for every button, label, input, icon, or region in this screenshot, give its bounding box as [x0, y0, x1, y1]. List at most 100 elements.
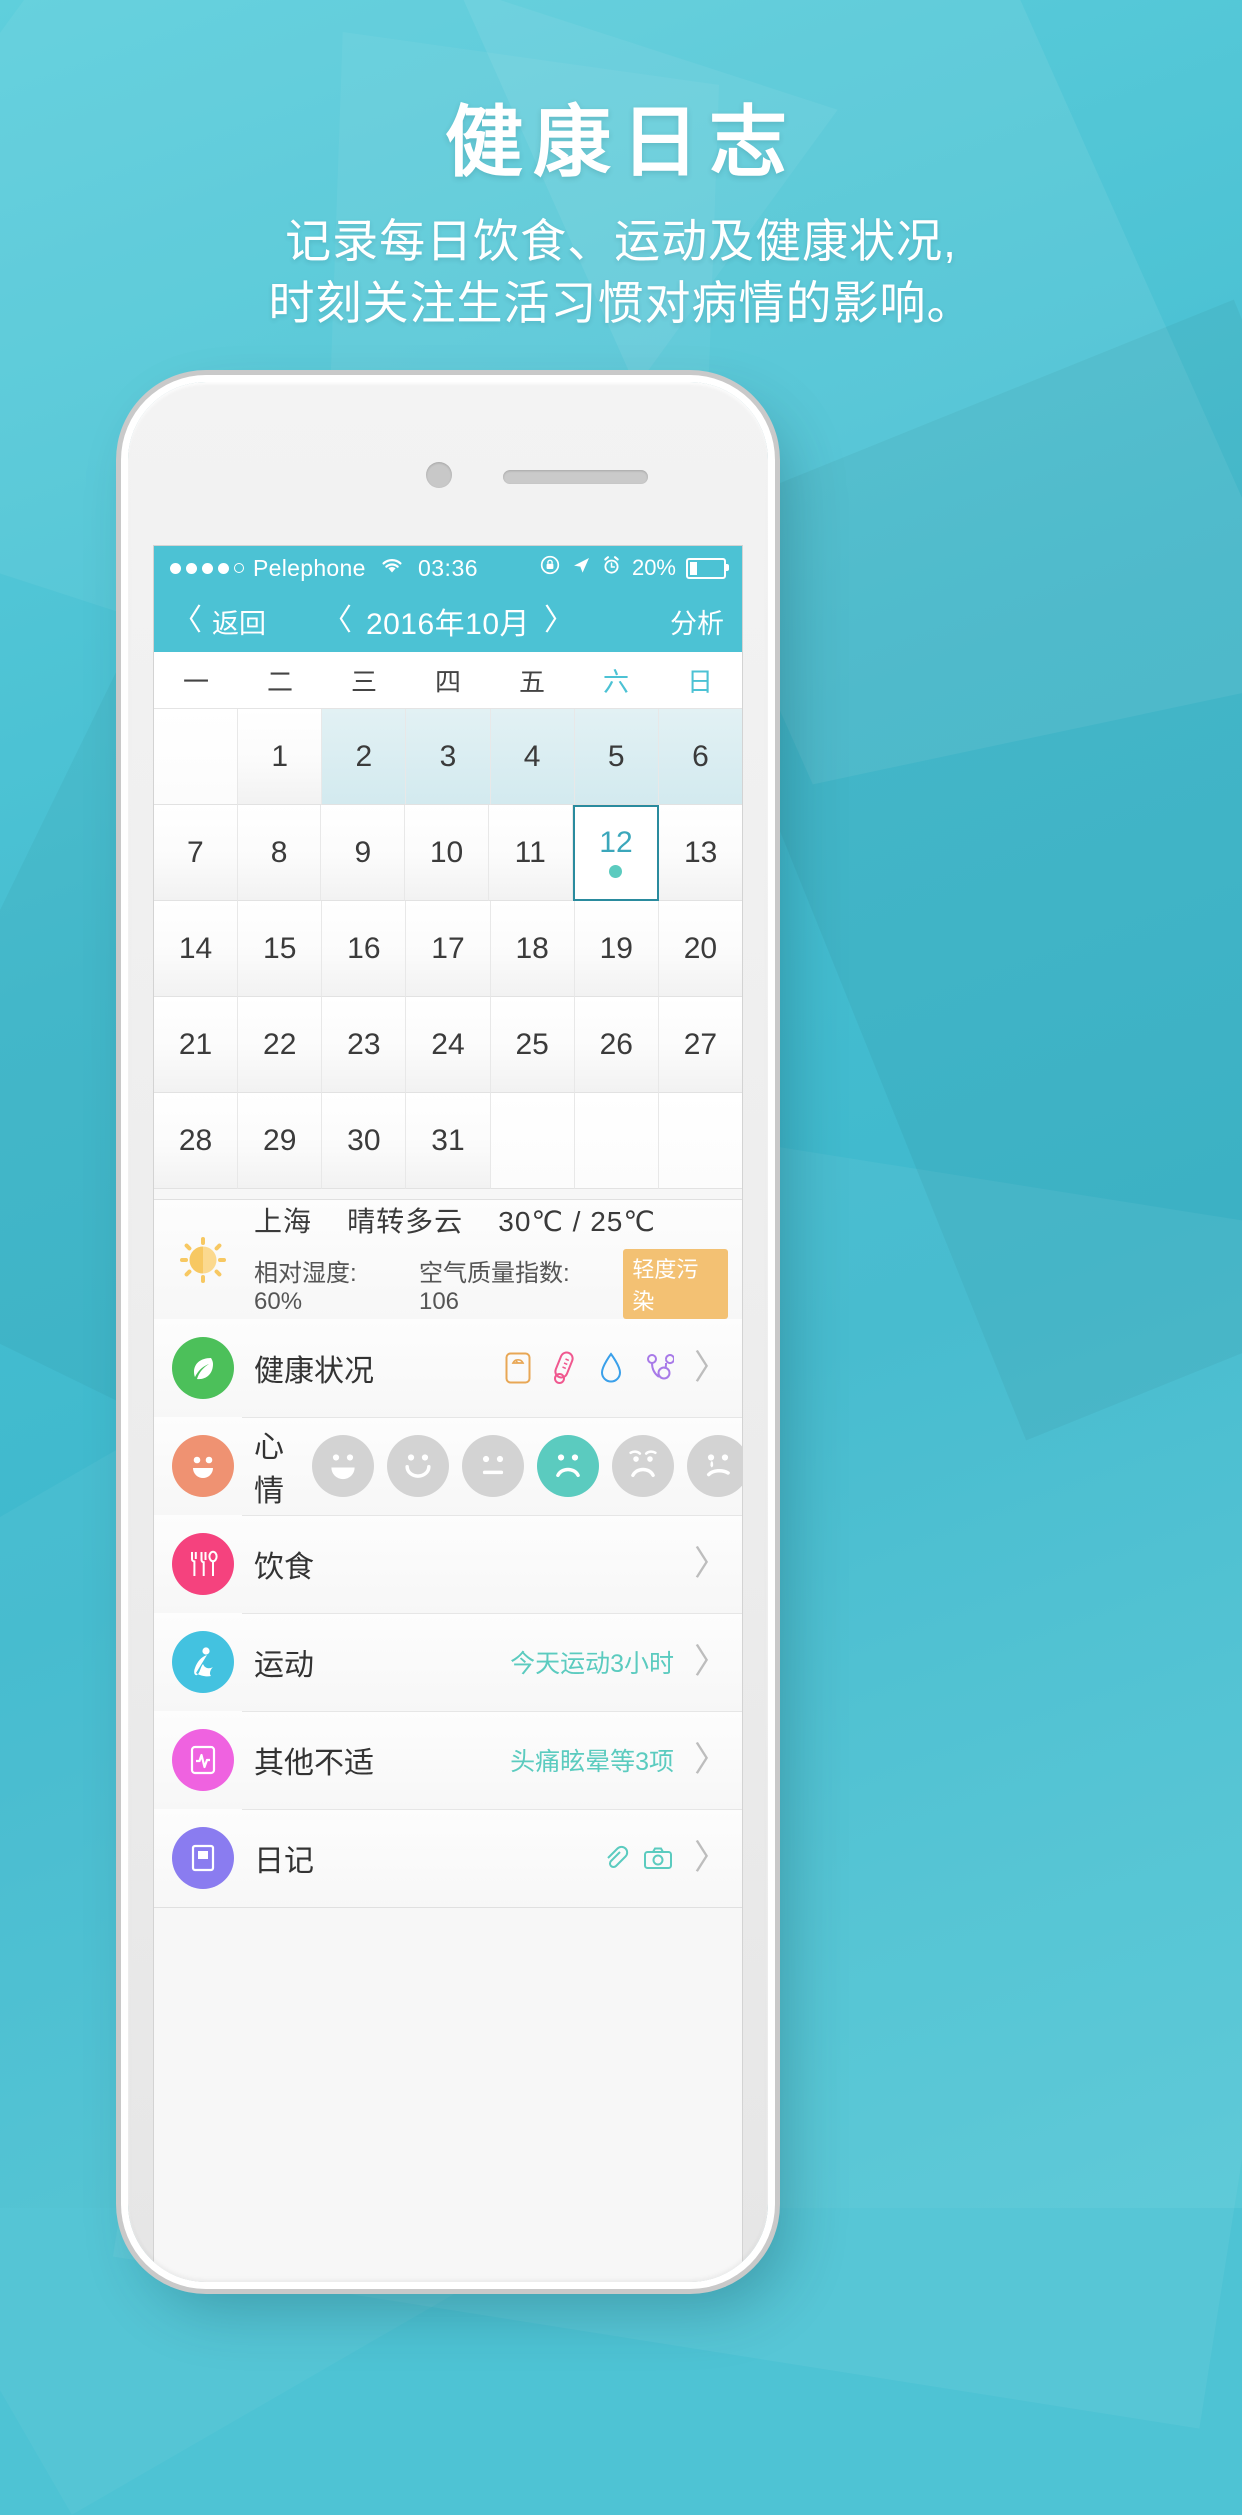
calendar-day-12[interactable]: 12: [572, 805, 660, 901]
back-label: 返回: [212, 608, 266, 639]
calendar-day-24[interactable]: 24: [406, 997, 491, 1093]
weekday-5: 六: [602, 666, 629, 697]
list-item-mood[interactable]: 心情: [154, 1417, 742, 1515]
calendar-day-20[interactable]: 20: [658, 901, 742, 997]
stethoscope-icon[interactable]: [644, 1351, 674, 1385]
calendar-day-26[interactable]: 26: [574, 997, 659, 1093]
thermometer-icon[interactable]: [552, 1350, 578, 1386]
calendar-day-1[interactable]: 1: [238, 709, 323, 805]
weather-row[interactable]: 上海 晴转多云 30℃ / 25℃ 相对湿度: 60% 空气质量指数: 106 …: [154, 1200, 742, 1319]
calendar-day-6[interactable]: 6: [658, 709, 742, 805]
mood-option-smile[interactable]: [387, 1435, 449, 1497]
day-number: 23: [347, 1027, 381, 1061]
mood-option-sad[interactable]: [687, 1435, 742, 1497]
discomfort-value: 头痛眩晕等3项: [510, 1748, 674, 1776]
calendar-day-31[interactable]: 31: [406, 1093, 491, 1189]
weekday-2: 三: [350, 666, 377, 697]
aqi-status-badge: 轻度污染: [623, 1249, 729, 1319]
day-number: 31: [431, 1123, 465, 1157]
mood-options: [312, 1435, 742, 1497]
next-month-button[interactable]: 〉: [544, 606, 574, 636]
day-number: 13: [683, 835, 718, 869]
rotation-lock-icon: [539, 554, 561, 582]
calendar-day-3[interactable]: 3: [406, 709, 491, 805]
notebook-icon: [172, 1827, 234, 1889]
weight-scale-icon[interactable]: [504, 1351, 532, 1385]
calendar-day-5[interactable]: 5: [574, 709, 659, 805]
earpiece-speaker: [503, 470, 648, 484]
daily-log-list: 上海 晴转多云 30℃ / 25℃ 相对湿度: 60% 空气质量指数: 106 …: [154, 1189, 742, 1908]
calendar-day-2[interactable]: 2: [322, 709, 407, 805]
front-camera-icon: [426, 462, 452, 488]
weekday-6: 日: [686, 666, 713, 697]
calendar-day-23[interactable]: 23: [322, 997, 407, 1093]
nav-bar: 〈 返回 〈 2016年10月 〉 分析: [154, 590, 742, 652]
day-number: 2: [355, 739, 373, 773]
day-entry-dot: [609, 865, 623, 878]
calendar-day-21[interactable]: 21: [154, 997, 239, 1093]
chevron-right-icon: 〉: [694, 1545, 728, 1583]
calendar-day-16[interactable]: 16: [322, 901, 407, 997]
mood-option-grin[interactable]: [312, 1435, 374, 1497]
calendar-day-7[interactable]: 7: [154, 805, 238, 901]
mood-option-neutral[interactable]: [462, 1435, 524, 1497]
calendar-day-9[interactable]: 9: [321, 805, 406, 901]
calendar-week-row: 14 15 16 17 18 19 20: [154, 901, 742, 997]
day-number: 15: [263, 931, 297, 965]
weather-humidity: 相对湿度: 60%: [254, 1259, 357, 1315]
calendar-day-28[interactable]: 28: [154, 1093, 239, 1189]
mood-option-frown[interactable]: [537, 1435, 599, 1497]
calendar-day-11[interactable]: 11: [488, 805, 573, 901]
current-month-label: 2016年10月: [365, 608, 531, 641]
calendar-week-row: 21 22 23 24 25 26 27: [154, 997, 742, 1093]
back-button[interactable]: 〈 返回: [172, 602, 266, 641]
calendar-day-17[interactable]: 17: [406, 901, 491, 997]
calendar-day-15[interactable]: 15: [238, 901, 323, 997]
analysis-button[interactable]: 分析: [670, 602, 724, 641]
cutlery-icon: [172, 1533, 234, 1595]
list-item-diary[interactable]: 日记 〉: [154, 1809, 742, 1907]
day-number: 11: [514, 835, 546, 869]
blood-drop-icon[interactable]: [598, 1351, 624, 1385]
chevron-right-icon: 〉: [694, 1349, 728, 1387]
prev-month-button[interactable]: 〈: [322, 606, 352, 636]
list-item-discomfort[interactable]: 其他不适 头痛眩晕等3项 〉: [154, 1711, 742, 1809]
calendar-day-30[interactable]: 30: [322, 1093, 407, 1189]
subtitle-line-2: 时刻关注生活习惯对病情的影响。: [268, 277, 974, 330]
calendar-day-19[interactable]: 19: [574, 901, 659, 997]
calendar-day-empty: [490, 1093, 575, 1189]
subtitle-line-1: 记录每日饮食、运动及健康状况,: [285, 215, 957, 268]
calendar-day-25[interactable]: 25: [490, 997, 575, 1093]
phone-mockup: Pelephone 03:36 20% 〈 返回 〈 2016年10月 〉 分析…: [128, 382, 768, 2282]
weather-city: 上海: [254, 1206, 313, 1237]
health-metric-icons: [504, 1350, 674, 1386]
page-title: 健康日志: [444, 98, 797, 186]
calendar-day-14[interactable]: 14: [154, 901, 239, 997]
calendar-day-18[interactable]: 18: [490, 901, 575, 997]
chevron-left-icon: 〈: [172, 604, 202, 637]
weekday-3: 四: [434, 666, 461, 697]
calendar-day-8[interactable]: 8: [237, 805, 322, 901]
calendar-day-13[interactable]: 13: [659, 805, 742, 901]
weekday-4: 五: [518, 666, 545, 697]
exercise-label: 运动: [254, 1649, 314, 1682]
diet-label: 饮食: [254, 1551, 314, 1584]
running-person-icon: [172, 1631, 234, 1693]
day-number: 9: [354, 835, 372, 869]
mood-option-worried[interactable]: [612, 1435, 674, 1497]
mood-label: 心情: [254, 1431, 284, 1508]
list-item-exercise[interactable]: 运动 今天运动3小时 〉: [154, 1613, 742, 1711]
calendar-day-22[interactable]: 22: [238, 997, 323, 1093]
day-number: 4: [523, 739, 541, 773]
list-item-health[interactable]: 健康状况 〉: [154, 1319, 742, 1417]
day-number: 5: [607, 739, 625, 773]
calendar-week-row: 1 2 3 4 5 6: [154, 709, 742, 805]
alarm-clock-icon: [601, 555, 622, 582]
battery-percent: 20%: [631, 555, 676, 580]
calendar-day-29[interactable]: 29: [238, 1093, 323, 1189]
day-number: 17: [431, 931, 465, 965]
calendar-day-10[interactable]: 10: [405, 805, 489, 901]
calendar-day-27[interactable]: 27: [658, 997, 742, 1093]
calendar-day-4[interactable]: 4: [490, 709, 575, 805]
list-item-diet[interactable]: 饮食 〉: [154, 1515, 742, 1613]
